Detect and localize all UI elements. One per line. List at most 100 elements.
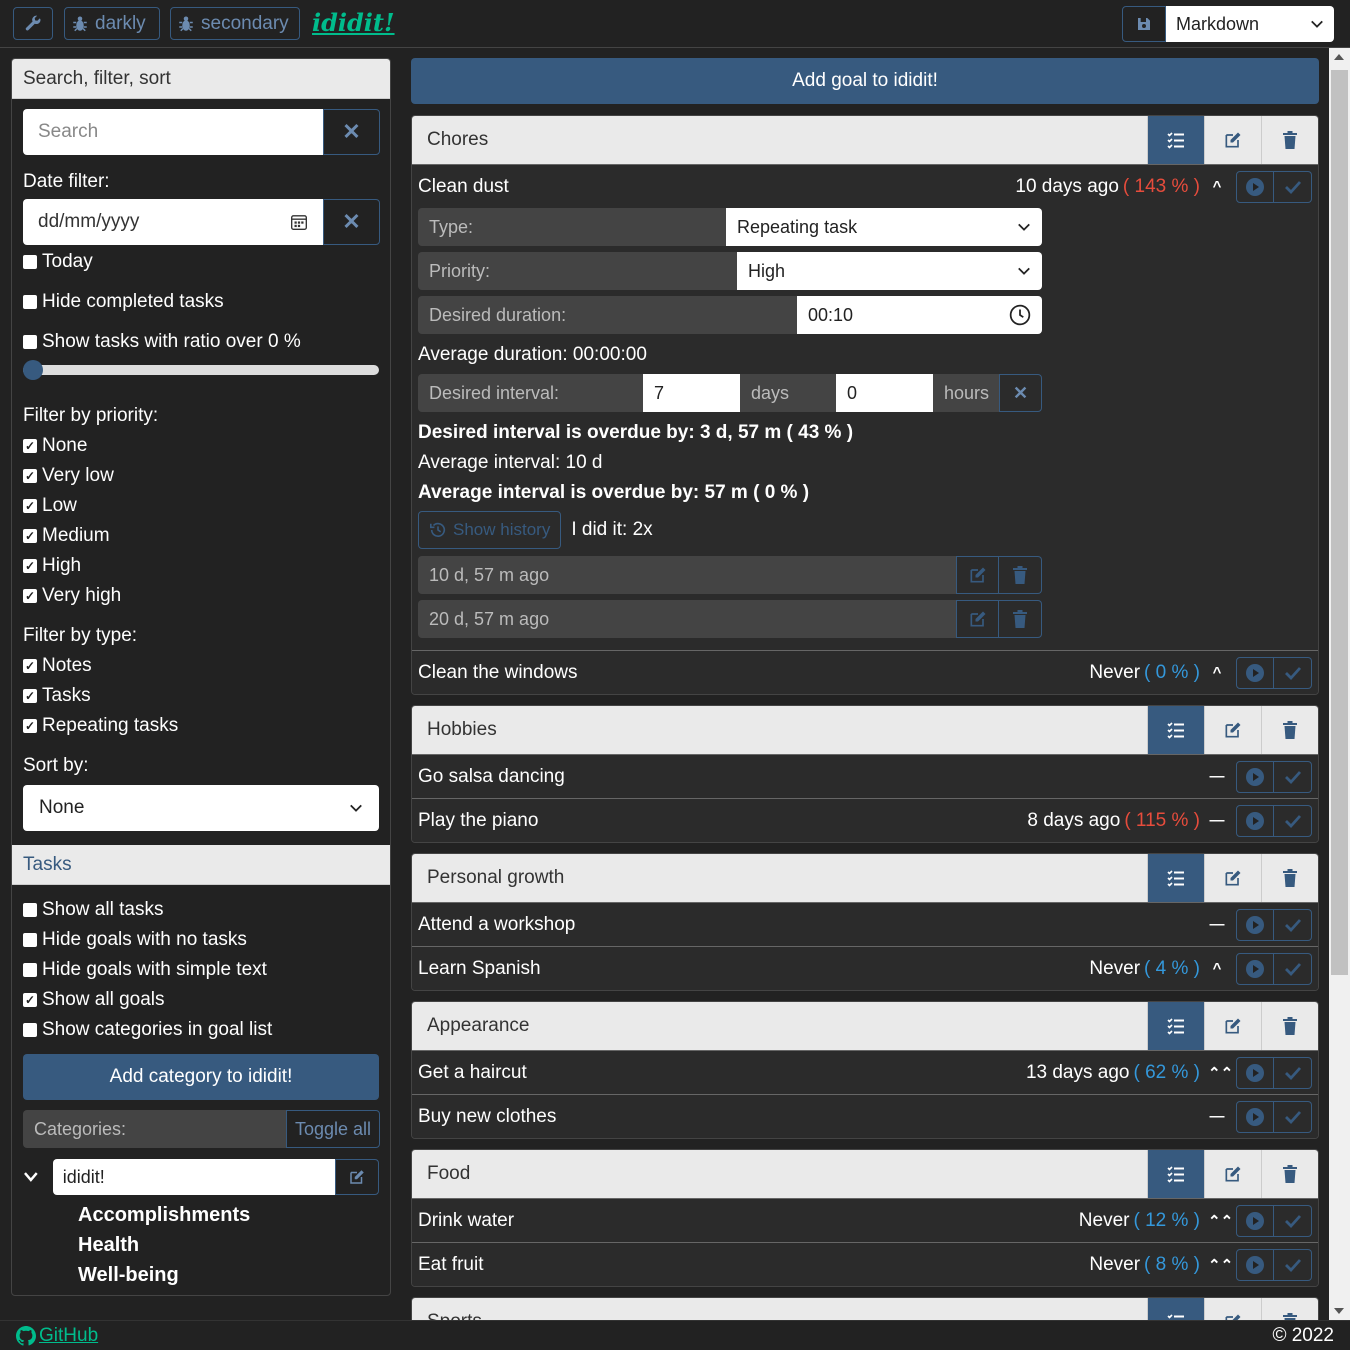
github-link[interactable]: GitHub — [16, 1325, 98, 1347]
list-view-button[interactable] — [1147, 116, 1204, 164]
start-timer-button[interactable] — [1236, 804, 1274, 837]
mark-done-button[interactable] — [1274, 908, 1312, 941]
mark-done-button[interactable] — [1274, 760, 1312, 793]
toggle-all-button[interactable]: Toggle all — [286, 1110, 380, 1148]
start-timer-button[interactable] — [1236, 1204, 1274, 1237]
type-filter-checkbox[interactable]: ✓ — [23, 689, 37, 703]
mark-done-button[interactable] — [1274, 170, 1312, 203]
search-input[interactable]: Search — [23, 109, 323, 155]
page-scrollbar[interactable] — [1329, 48, 1350, 1320]
task-option-checkbox[interactable] — [23, 933, 37, 947]
type-filter-row[interactable]: ✓ Tasks — [23, 681, 379, 711]
priority-filter-checkbox[interactable]: ✓ — [23, 469, 37, 483]
edit-category-button[interactable] — [1204, 1150, 1261, 1198]
goal-row[interactable]: Buy new clothes — — [412, 1094, 1318, 1138]
task-option-row[interactable]: Hide goals with simple text — [23, 955, 379, 985]
type-filter-row[interactable]: ✓ Repeating tasks — [23, 711, 379, 741]
priority-filter-checkbox[interactable]: ✓ — [23, 499, 37, 513]
start-timer-button[interactable] — [1236, 952, 1274, 985]
start-timer-button[interactable] — [1236, 908, 1274, 941]
mark-done-button[interactable] — [1274, 656, 1312, 689]
clear-search-button[interactable]: ✕ — [323, 109, 380, 155]
priority-filter-checkbox[interactable]: ✓ — [23, 529, 37, 543]
today-checkbox-row[interactable]: Today — [23, 247, 379, 277]
clear-interval-button[interactable]: ✕ — [999, 374, 1042, 412]
tools-button[interactable] — [13, 7, 53, 40]
priority-filter-checkbox[interactable]: ✓ — [23, 439, 37, 453]
type-filter-row[interactable]: ✓ Notes — [23, 651, 379, 681]
task-option-row[interactable]: Show categories in goal list — [23, 1015, 379, 1045]
mark-done-button[interactable] — [1274, 952, 1312, 985]
brand-logo[interactable]: ididit! — [312, 8, 395, 37]
type-filter-checkbox[interactable]: ✓ — [23, 659, 37, 673]
save-button[interactable] — [1122, 6, 1166, 42]
delete-category-button[interactable] — [1261, 1298, 1318, 1320]
delete-history-button[interactable] — [999, 556, 1042, 594]
show-history-button[interactable]: Show history — [418, 511, 562, 549]
goal-row[interactable]: Attend a workshop — — [412, 902, 1318, 946]
mark-done-button[interactable] — [1274, 1248, 1312, 1281]
theme-secondary-button[interactable]: secondary — [170, 7, 300, 40]
add-goal-button[interactable]: Add goal to ididit! — [411, 58, 1319, 104]
edit-category-button[interactable] — [1204, 116, 1261, 164]
task-option-checkbox[interactable] — [23, 903, 37, 917]
task-option-checkbox[interactable]: ✓ — [23, 993, 37, 1007]
mark-done-button[interactable] — [1274, 1056, 1312, 1089]
type-filter-checkbox[interactable]: ✓ — [23, 719, 37, 733]
edit-category-button[interactable] — [1204, 1298, 1261, 1320]
goal-row[interactable]: Get a haircut 13 days ago( 62 % ) ⌃⌃ — [412, 1050, 1318, 1094]
today-checkbox[interactable] — [23, 255, 37, 269]
mark-done-button[interactable] — [1274, 804, 1312, 837]
priority-filter-row[interactable]: ✓ Low — [23, 491, 379, 521]
ratio-checkbox[interactable] — [23, 335, 37, 349]
subcategory-item[interactable]: Accomplishments — [23, 1200, 379, 1230]
start-timer-button[interactable] — [1236, 170, 1274, 203]
type-select[interactable]: Repeating task — [726, 208, 1042, 246]
task-option-checkbox[interactable] — [23, 963, 37, 977]
clear-date-button[interactable]: ✕ — [323, 199, 380, 245]
edit-category-button[interactable] — [1204, 854, 1261, 902]
start-timer-button[interactable] — [1236, 1248, 1274, 1281]
list-view-button[interactable] — [1147, 1298, 1204, 1320]
export-format-select[interactable]: Markdown — [1166, 6, 1334, 42]
delete-category-button[interactable] — [1261, 854, 1318, 902]
theme-darkly-button[interactable]: darkly — [64, 7, 160, 40]
scroll-up-icon[interactable] — [1334, 54, 1344, 60]
mark-done-button[interactable] — [1274, 1204, 1312, 1237]
edit-category-button[interactable] — [1204, 706, 1261, 754]
goal-row[interactable]: Clean dust 10 days ago( 143 % ) ^ — [412, 164, 1318, 208]
interval-hours-input[interactable]: 0 — [836, 374, 933, 412]
delete-category-button[interactable] — [1261, 706, 1318, 754]
subcategory-item[interactable]: Health — [23, 1230, 379, 1260]
priority-filter-row[interactable]: ✓ None — [23, 431, 379, 461]
goal-row[interactable]: Learn Spanish Never( 4 % ) ^ — [412, 946, 1318, 990]
hide-completed-checkbox[interactable] — [23, 295, 37, 309]
start-timer-button[interactable] — [1236, 1056, 1274, 1089]
list-view-button[interactable] — [1147, 1002, 1204, 1050]
task-option-row[interactable]: Hide goals with no tasks — [23, 925, 379, 955]
edit-history-button[interactable] — [956, 556, 999, 594]
edit-history-button[interactable] — [956, 600, 999, 638]
priority-filter-checkbox[interactable]: ✓ — [23, 559, 37, 573]
delete-history-button[interactable] — [999, 600, 1042, 638]
hide-completed-row[interactable]: Hide completed tasks — [23, 287, 379, 317]
chevron-down-icon[interactable] — [23, 1169, 39, 1185]
priority-filter-row[interactable]: ✓ Medium — [23, 521, 379, 551]
start-timer-button[interactable] — [1236, 656, 1274, 689]
ratio-slider-handle[interactable] — [23, 360, 43, 380]
list-view-button[interactable] — [1147, 1150, 1204, 1198]
root-category-input[interactable]: ididit! — [52, 1159, 335, 1195]
ratio-slider[interactable] — [23, 360, 379, 380]
scroll-thumb[interactable] — [1331, 70, 1348, 975]
goal-row[interactable]: Play the piano 8 days ago( 115 % ) — — [412, 798, 1318, 842]
priority-filter-row[interactable]: ✓ Very high — [23, 581, 379, 611]
mark-done-button[interactable] — [1274, 1100, 1312, 1133]
goal-row[interactable]: Go salsa dancing — — [412, 754, 1318, 798]
edit-category-button[interactable] — [334, 1159, 379, 1195]
task-option-checkbox[interactable] — [23, 1023, 37, 1037]
delete-category-button[interactable] — [1261, 1002, 1318, 1050]
ratio-row[interactable]: Show tasks with ratio over 0 % — [23, 327, 379, 357]
start-timer-button[interactable] — [1236, 1100, 1274, 1133]
delete-category-button[interactable] — [1261, 116, 1318, 164]
duration-input[interactable]: 00:10 — [797, 296, 1042, 334]
